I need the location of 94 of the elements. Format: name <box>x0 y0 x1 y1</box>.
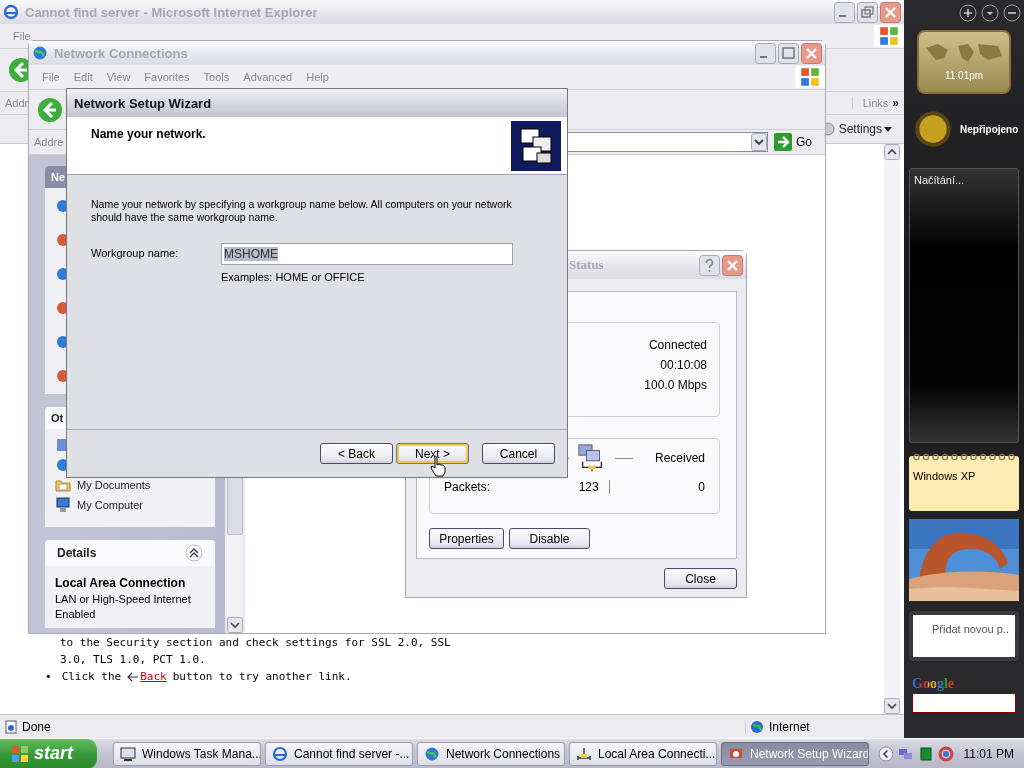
page-text: to the Security section and check settings for SSL 2.0, SSL <box>60 635 452 651</box>
close-button[interactable] <box>880 1 901 23</box>
ring-icon[interactable] <box>937 745 954 762</box>
monitor-icon <box>120 745 136 762</box>
taskbar-button[interactable]: Network Connections <box>417 741 565 766</box>
window-title: Network Connections <box>54 45 188 61</box>
detail-text: Enabled <box>55 608 97 620</box>
search-field[interactable] <box>912 693 1016 713</box>
minimize-icon[interactable] <box>1003 4 1021 22</box>
globe-icon <box>424 745 440 762</box>
go-button[interactable]: Go <box>768 133 820 151</box>
add-note-gadget[interactable]: Přidat novou p.. <box>909 611 1019 661</box>
received-label: Received <box>654 451 705 465</box>
page-text: Click the <box>61 669 122 685</box>
scroll-down-button[interactable] <box>884 698 900 714</box>
minimize-button[interactable] <box>755 42 776 64</box>
close-button[interactable]: Close <box>664 568 737 589</box>
wizard-button[interactable]: < Back <box>320 443 393 464</box>
scrollbar[interactable] <box>884 144 900 714</box>
windows-flag-icon <box>10 743 30 764</box>
add-gadget-icon[interactable] <box>959 4 977 22</box>
status-text: Done <box>22 719 51 734</box>
instruction-text: Name your network by specifying a workgroup name below. All computers on your network should have the same workgroup name. <box>91 198 513 224</box>
window-title: Status <box>569 257 604 273</box>
windows-logo-icon <box>795 66 825 88</box>
more-links-button[interactable]: » <box>892 96 899 110</box>
note-text: Windows XP <box>912 469 977 482</box>
address-label: Addre <box>34 136 64 148</box>
add-note-text: Přidat novou p.. <box>931 623 1009 637</box>
zone-text: Internet <box>769 719 810 734</box>
close-button[interactable] <box>801 42 822 64</box>
dropdown-icon[interactable] <box>981 4 999 22</box>
clock-time: 11:01pm <box>944 70 984 81</box>
close-button[interactable] <box>722 254 743 276</box>
start-button[interactable]: start <box>0 738 97 768</box>
pane-link[interactable]: My Computer <box>55 497 207 513</box>
hint-text: Examples: HOME or OFFICE <box>221 271 366 283</box>
clock: 11:01 PM <box>963 746 1014 761</box>
taskbar-button[interactable]: Cannot find server -... <box>265 741 413 766</box>
received-count: 0 <box>698 480 705 494</box>
connection-name: Local Area Connection <box>55 576 187 590</box>
go-arrow-icon <box>774 133 792 151</box>
detail-text: LAN or High-Speed Internet <box>55 593 192 605</box>
taskbar-button[interactable]: Windows Task Mana... <box>113 741 261 766</box>
connection-value: Connected <box>648 338 707 352</box>
wizard-heading: Name your network. <box>91 127 206 141</box>
windows-logo-icon <box>874 25 904 47</box>
minimize-button[interactable] <box>834 1 855 23</box>
caret-icon[interactable] <box>884 126 892 132</box>
bullet: • <box>45 669 52 685</box>
network-computers-icon <box>511 121 561 171</box>
maximize-button[interactable] <box>778 42 799 64</box>
sent-count: 123 <box>578 480 599 494</box>
settings-button[interactable]: Settings <box>838 122 882 136</box>
globe-icon <box>32 45 48 61</box>
wizard-button[interactable]: Cancel <box>482 443 555 464</box>
scroll-up-button[interactable] <box>884 144 900 160</box>
world-map-icon <box>924 42 1004 64</box>
workgroup-field[interactable]: MSHOME <box>221 243 513 265</box>
page-text: button to try another link. <box>172 669 352 685</box>
dialog-button[interactable]: Disable <box>509 528 590 549</box>
page-icon <box>4 719 18 734</box>
sun-icon <box>912 108 954 150</box>
scroll-down-button[interactable] <box>227 617 243 633</box>
search-logo: Google <box>912 676 954 691</box>
globe-icon <box>750 719 764 734</box>
status-icon[interactable] <box>917 745 934 762</box>
back-link[interactable]: Back <box>140 668 167 685</box>
wizard-button[interactable]: Next > <box>396 443 469 464</box>
weather-status: Nepřipojeno <box>960 123 1019 135</box>
network-icon <box>576 745 592 762</box>
browser-icon <box>3 4 19 20</box>
connection-value: 00:10:08 <box>660 358 707 372</box>
browser-icon <box>272 745 288 762</box>
loading-text: Načítání... <box>914 174 965 186</box>
window-title: Cannot find server - Microsoft Internet Explorer <box>25 4 318 20</box>
collapse-chevron-icon[interactable] <box>185 544 203 562</box>
window-title: Network Setup Wizard <box>74 95 212 111</box>
computer-icon <box>55 497 71 513</box>
pane-title: Details <box>57 546 97 560</box>
restore-button[interactable] <box>857 1 878 23</box>
connection-value: 100.0 Mbps <box>644 378 707 392</box>
address-label: Addr <box>5 97 29 109</box>
help-button[interactable] <box>699 254 720 276</box>
back-icon[interactable] <box>37 96 63 123</box>
pane-link[interactable]: My Documents <box>55 477 207 493</box>
field-label: Workgroup name: <box>91 246 180 261</box>
page-text: 3.0, TLS 1.0, PCT 1.0. <box>60 652 207 668</box>
back-arrow-icon <box>127 671 140 682</box>
folder-icon <box>55 477 71 493</box>
dialog-button[interactable]: Properties <box>429 528 504 549</box>
expand-tray-icon[interactable] <box>877 745 894 762</box>
taskbar-button[interactable]: Local Area Connecti... <box>569 741 717 766</box>
packets-label: Packets: <box>444 480 491 494</box>
